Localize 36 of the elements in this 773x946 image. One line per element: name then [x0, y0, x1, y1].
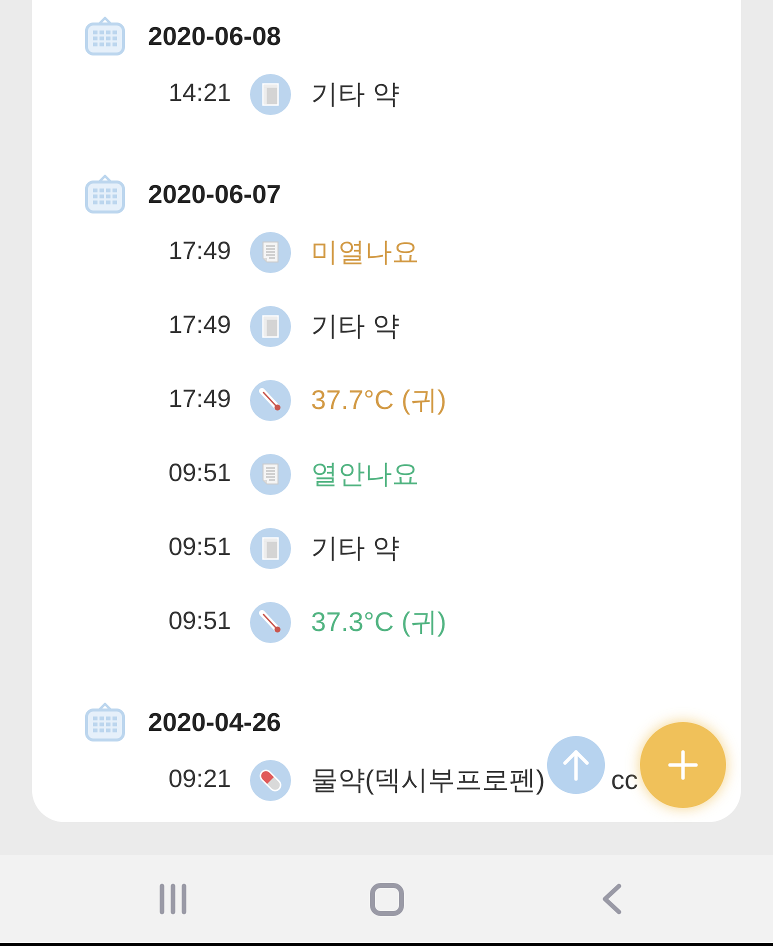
lined-document-icon — [250, 454, 291, 494]
recent-apps-icon — [159, 883, 187, 915]
document-icon — [250, 306, 291, 346]
entry-time: 17:49 — [167, 310, 231, 342]
entry-label: 열안나요 — [311, 458, 419, 491]
document-icon — [250, 74, 291, 114]
date-heading: 2020-04-26 — [148, 706, 281, 738]
entry-label: 물약(덱시부프로펜) — [311, 764, 545, 797]
back-icon — [602, 883, 622, 915]
entry-time: 14:21 — [167, 78, 231, 110]
entry-time: 09:51 — [167, 532, 231, 564]
document-icon — [250, 528, 291, 568]
thermometer-icon — [250, 380, 291, 420]
calendar-icon — [84, 15, 126, 57]
entry-label: 기타 약 — [311, 532, 400, 565]
entry-time: 09:51 — [167, 458, 231, 490]
arrow-up-icon — [562, 749, 590, 781]
date-heading: 2020-06-07 — [148, 178, 281, 210]
entry-label: 37.7°C (귀) — [311, 384, 446, 417]
entry-time: 17:49 — [167, 236, 231, 268]
entry-label: 기타 약 — [311, 78, 400, 111]
calendar-icon — [84, 701, 126, 743]
capsule-icon — [250, 760, 291, 800]
entry-time: 17:49 — [167, 384, 231, 416]
calendar-icon — [84, 173, 126, 215]
lined-document-icon — [250, 232, 291, 272]
entry-time: 09:51 — [167, 606, 231, 638]
plus-icon — [668, 750, 698, 780]
entry-label: 미열나요 — [311, 236, 419, 269]
date-heading: 2020-06-08 — [148, 20, 281, 52]
entry-time: 09:21 — [167, 764, 231, 796]
entry-label: 기타 약 — [311, 310, 400, 343]
entry-label-fragment: cc — [610, 764, 638, 797]
home-icon — [370, 882, 404, 916]
entry-label: 37.3°C (귀) — [311, 606, 446, 639]
thermometer-icon — [250, 602, 291, 642]
